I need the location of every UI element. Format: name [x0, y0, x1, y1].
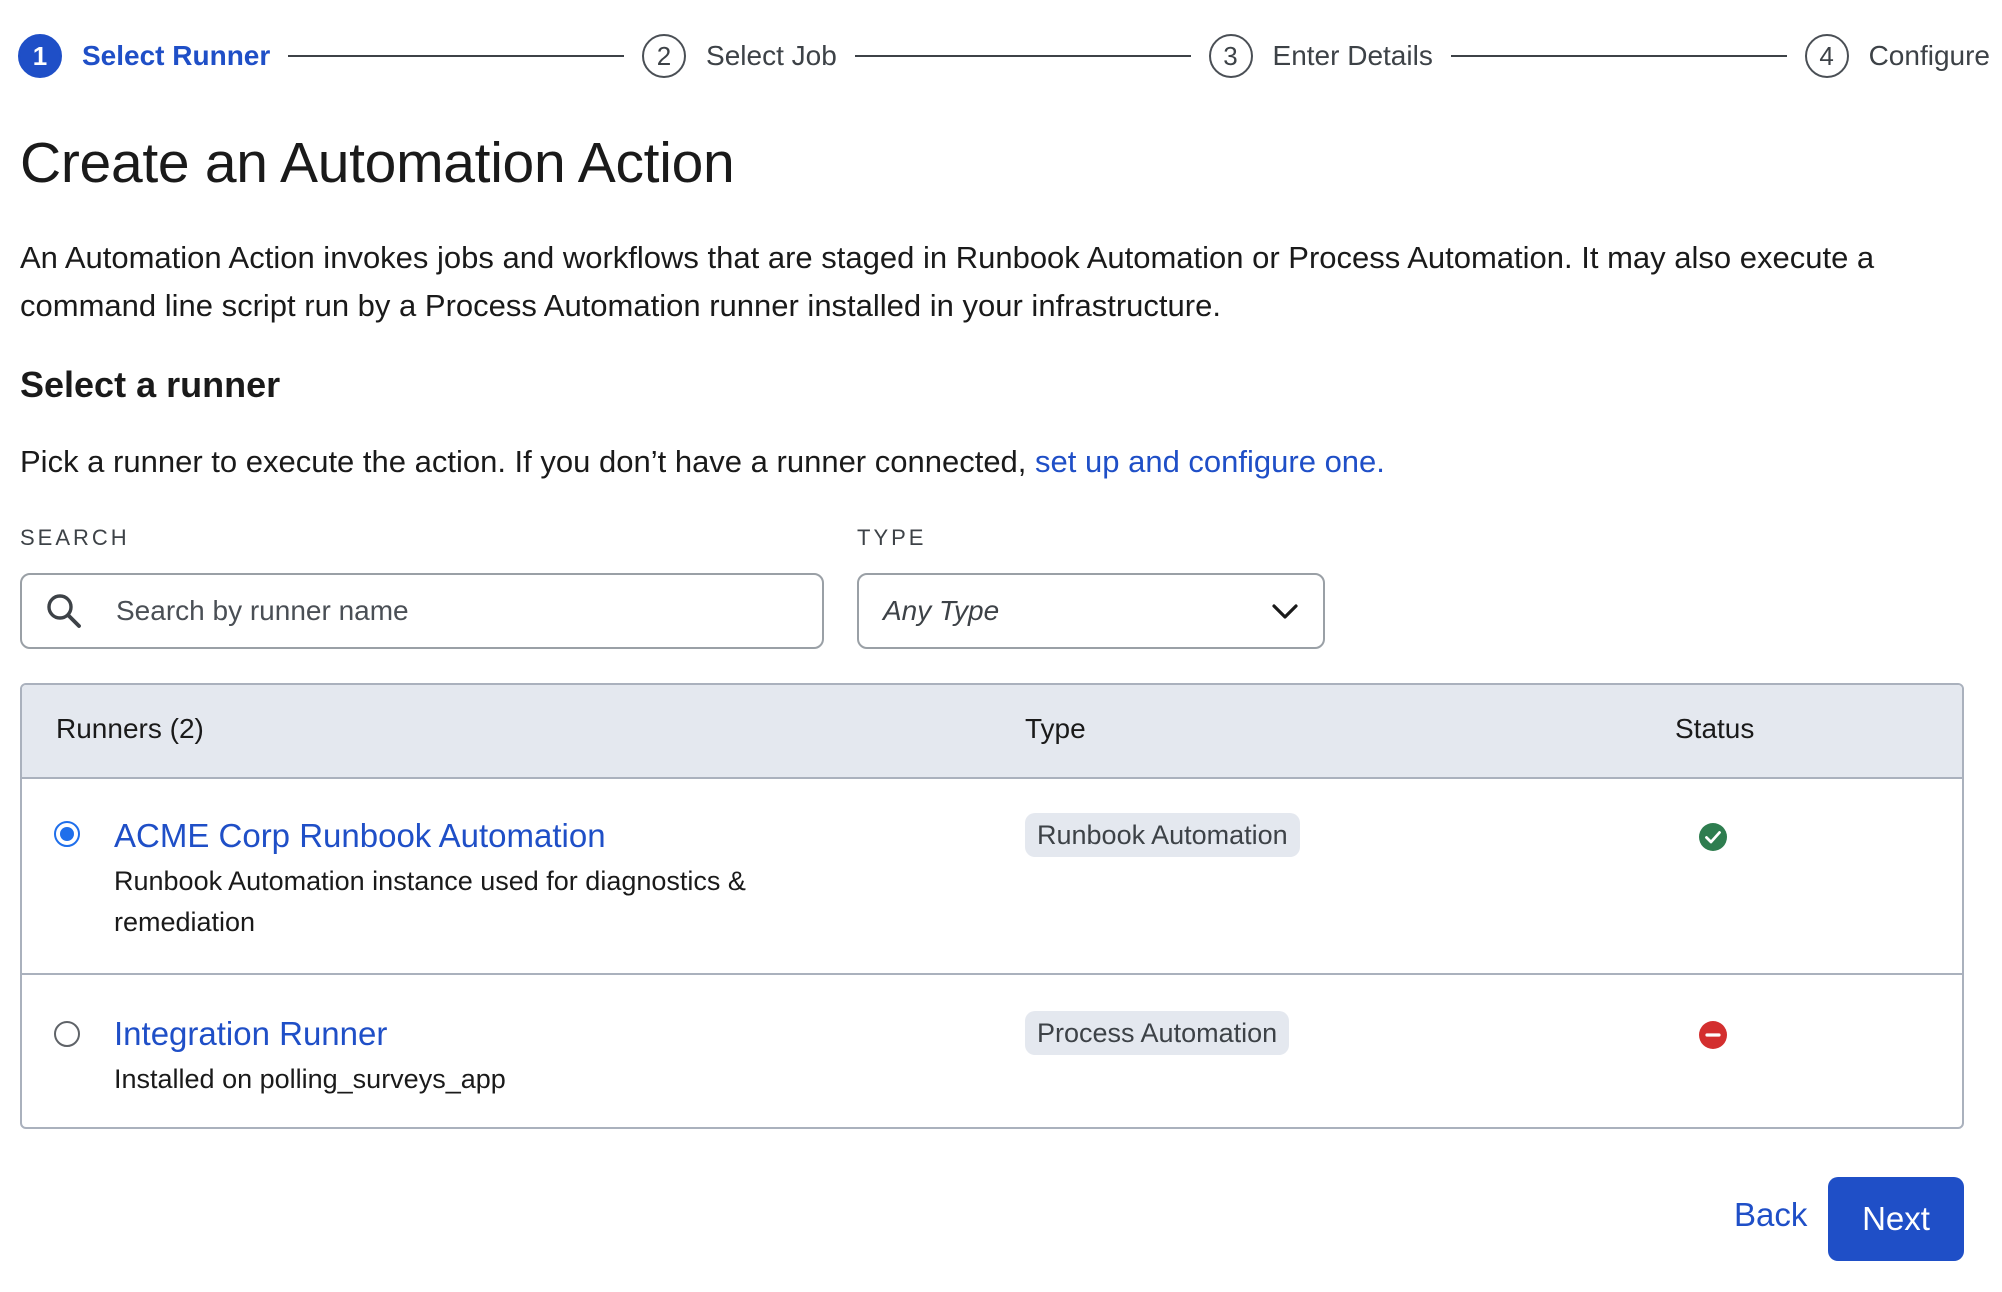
- stepper: 1 Select Runner 2 Select Job 3 Enter Det…: [18, 32, 1990, 80]
- step-label: Enter Details: [1272, 40, 1433, 71]
- page-title: Create an Automation Action: [20, 131, 735, 195]
- page-intro: An Automation Action invokes jobs and wo…: [20, 240, 1875, 323]
- column-header-status: Status: [1675, 713, 1755, 744]
- step-connector: [1450, 55, 1787, 57]
- step-connector: [854, 55, 1191, 57]
- step-connector: [288, 55, 625, 57]
- minus-circle-icon: [1699, 1021, 1727, 1049]
- back-button[interactable]: Back: [1734, 1196, 1807, 1234]
- table-row[interactable]: Integration Runner Installed on polling_…: [22, 973, 1962, 1127]
- column-header-runners: Runners (2): [56, 713, 204, 744]
- runner-radio[interactable]: [54, 1021, 80, 1047]
- section-title: Select a runner: [20, 364, 281, 405]
- runner-name-link[interactable]: ACME Corp Runbook Automation: [114, 817, 606, 855]
- step-configure[interactable]: 4 Configure: [1804, 34, 1990, 78]
- check-circle-icon: [1699, 823, 1727, 851]
- runner-radio[interactable]: [54, 821, 80, 847]
- type-select-value: Any Type: [883, 595, 1000, 626]
- step-select-job[interactable]: 2 Select Job: [642, 34, 837, 78]
- column-header-type: Type: [1025, 713, 1086, 744]
- type-label: TYPE: [857, 525, 927, 550]
- step-number: 4: [1804, 34, 1849, 78]
- table-row[interactable]: ACME Corp Runbook Automation Runbook Aut…: [22, 777, 1962, 973]
- section-description: Pick a runner to execute the action. If …: [20, 444, 1385, 480]
- step-enter-details[interactable]: 3 Enter Details: [1208, 34, 1433, 78]
- search-input[interactable]: [114, 594, 798, 628]
- step-label: Configure: [1868, 40, 1990, 71]
- table-header: Runners (2) Type Status: [22, 685, 1962, 779]
- next-button[interactable]: Next: [1828, 1177, 1964, 1261]
- runners-table: Runners (2) Type Status ACME Corp Runboo…: [20, 683, 1964, 1129]
- step-select-runner[interactable]: 1 Select Runner: [18, 34, 270, 78]
- chevron-down-icon: [1272, 604, 1298, 619]
- runner-type-badge: Process Automation: [1025, 1011, 1290, 1055]
- setup-runner-link[interactable]: set up and configure one.: [1035, 444, 1385, 479]
- section-description-text: Pick a runner to execute the action. If …: [20, 444, 1036, 479]
- search-icon: [47, 594, 81, 628]
- step-label: Select Runner: [82, 40, 271, 71]
- runner-description: Installed on polling_surveys_app: [114, 1064, 506, 1094]
- runner-description: Runbook Automation instance used for dia…: [114, 866, 746, 937]
- step-label: Select Job: [706, 40, 837, 71]
- step-number: 3: [1208, 34, 1253, 78]
- search-label: SEARCH: [20, 525, 130, 550]
- runner-type-badge: Runbook Automation: [1025, 813, 1300, 857]
- step-number: 1: [18, 34, 62, 78]
- type-select[interactable]: Any Type: [857, 573, 1325, 649]
- step-number: 2: [642, 34, 687, 78]
- search-field[interactable]: [20, 573, 824, 649]
- runner-name-link[interactable]: Integration Runner: [114, 1015, 387, 1053]
